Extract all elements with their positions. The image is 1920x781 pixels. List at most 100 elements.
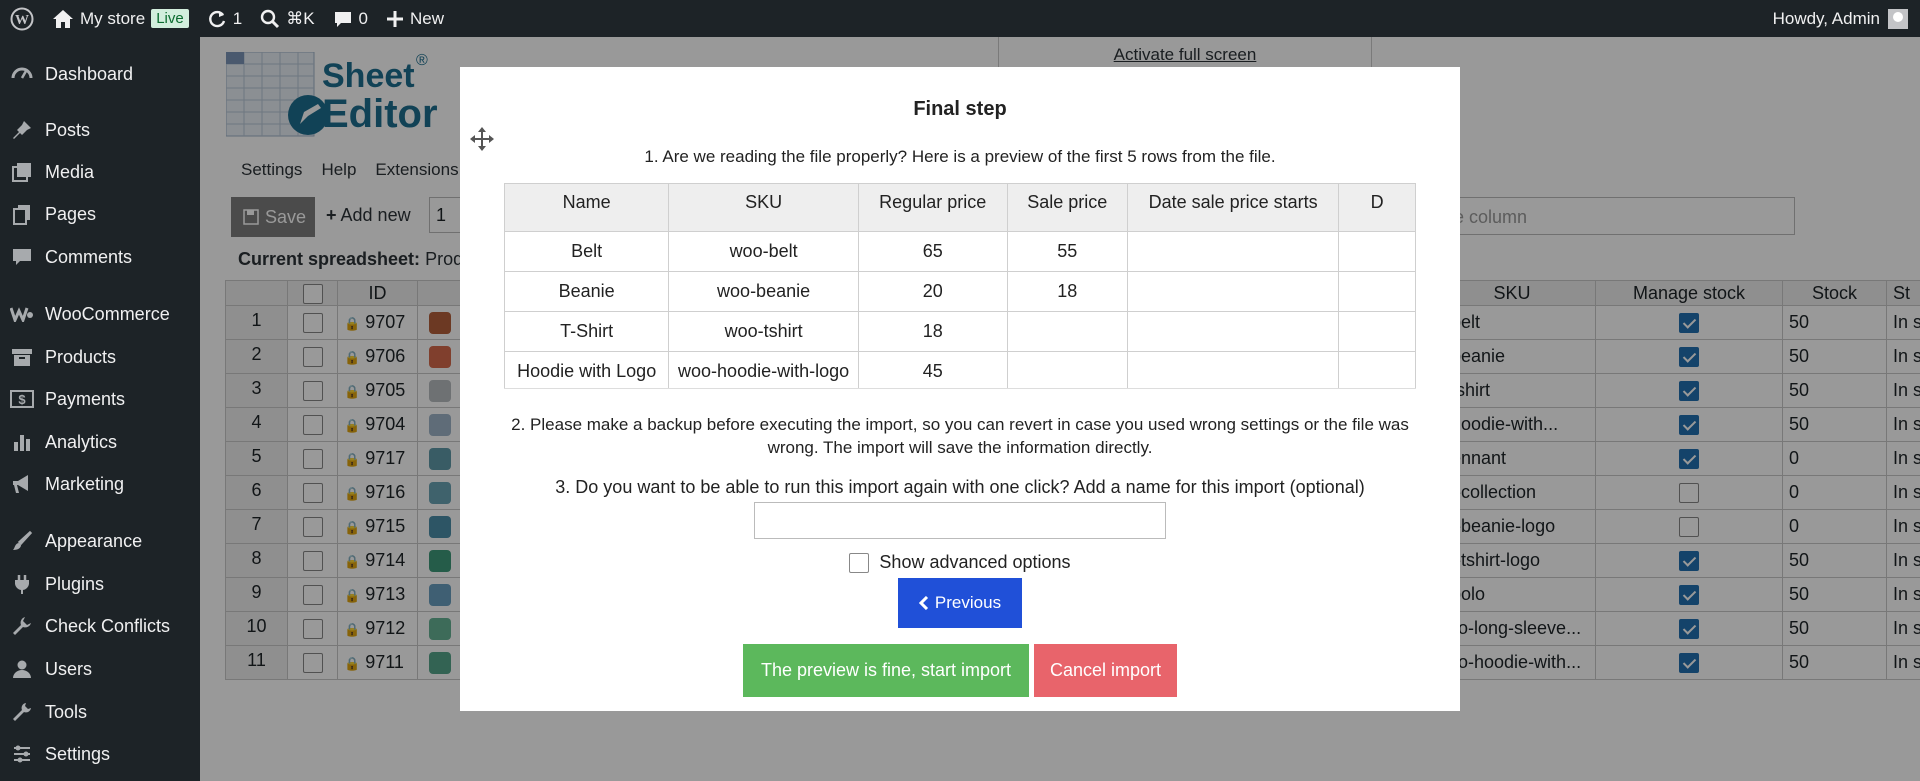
sidebar-item-label: Analytics	[45, 431, 118, 452]
plus-icon	[387, 10, 403, 27]
step-3-text: 3. Do you want to be able to run this im…	[555, 477, 1365, 497]
sidebar-item-users[interactable]: Users	[0, 649, 200, 689]
comment-icon	[334, 11, 351, 27]
sidebar-item-appearance[interactable]: Appearance	[0, 521, 200, 561]
refresh-icon	[208, 10, 225, 27]
sidebar-item-check-conflicts[interactable]: Check Conflicts	[0, 606, 200, 646]
plug-icon	[10, 573, 34, 595]
paintbrush-icon	[10, 530, 34, 552]
sidebar-item-posts[interactable]: Posts	[0, 110, 200, 150]
advanced-options-checkbox[interactable]	[849, 552, 870, 573]
sidebar-item-marketing[interactable]: Marketing	[0, 464, 200, 504]
preview-cell	[1338, 271, 1416, 312]
preview-cell	[1126, 351, 1340, 388]
search-shortcut: ⌘K	[286, 8, 315, 28]
sidebar-item-media[interactable]: Media	[0, 152, 200, 192]
preview-cell: T-Shirt	[504, 311, 670, 352]
modal-title: Final step	[913, 98, 1007, 120]
preview-cell: 20	[857, 271, 1008, 312]
step-2-text: 2. Please make a backup before executing…	[460, 413, 1460, 459]
preview-cell: 55	[1006, 231, 1128, 272]
preview-cell: Hoodie with Logo	[504, 351, 670, 388]
previous-label: Previous	[934, 593, 1002, 612]
sidebar-item-plugins[interactable]: Plugins	[0, 564, 200, 604]
sidebar-item-label: Marketing	[45, 473, 125, 494]
svg-text:$: $	[18, 392, 26, 407]
preview-header-row: Name SKU Regular price Sale price Date sale …	[504, 183, 1416, 232]
preview-cell	[1126, 271, 1340, 312]
sliders-icon	[10, 743, 34, 765]
preview-cell	[1126, 311, 1340, 352]
chevron-left-icon	[918, 596, 928, 610]
sidebar-item-comments[interactable]: Comments	[0, 237, 200, 277]
preview-col-header: D	[1338, 183, 1416, 232]
preview-cell	[1006, 311, 1128, 352]
sidebar-item-woocommerce[interactable]: WooCommerce	[0, 294, 200, 334]
sidebar-item-label: Tools	[45, 701, 88, 722]
dollar-icon: $	[10, 389, 34, 409]
import-name-input[interactable]	[754, 502, 1166, 539]
search-link[interactable]: ⌘K	[251, 0, 323, 37]
sidebar-item-label: Posts	[45, 119, 91, 140]
live-badge: Live	[151, 9, 189, 28]
sidebar-item-label: Payments	[45, 388, 126, 409]
search-icon	[260, 9, 280, 28]
preview-cell	[1338, 311, 1416, 352]
sidebar-item-settings[interactable]: Settings	[0, 734, 200, 774]
media-icon	[10, 161, 34, 183]
sidebar-item-products[interactable]: Products	[0, 337, 200, 377]
sidebar-item-label: Users	[45, 658, 93, 679]
file-preview-table-wrap[interactable]: Name SKU Regular price Sale price Date sale …	[504, 183, 1416, 389]
preview-row: Hoodie with Logo woo-hoodie-with-logo 45	[504, 351, 1416, 388]
cancel-import-button[interactable]: Cancel import	[1034, 644, 1177, 697]
avatar	[1888, 8, 1908, 29]
preview-cell: 18	[857, 311, 1008, 352]
sidebar-item-label: Settings	[45, 743, 111, 764]
previous-button[interactable]: Previous	[898, 578, 1022, 628]
import-final-step-modal: Final step 1. Are we reading the file pr…	[460, 67, 1460, 711]
sidebar-item-analytics[interactable]: Analytics	[0, 422, 200, 462]
comments-link[interactable]: 0	[324, 0, 377, 37]
wordpress-logo-icon[interactable]: W	[0, 0, 43, 37]
megaphone-icon	[10, 473, 34, 495]
site-name: My store	[80, 8, 146, 28]
new-content-link[interactable]: New	[377, 0, 453, 37]
preview-col-header: Regular price	[857, 183, 1008, 232]
sidebar-item-label: Comments	[45, 246, 133, 267]
user-icon	[10, 659, 34, 679]
advanced-options-label: Show advanced options	[879, 552, 1071, 572]
site-name-link[interactable]: My store Live	[43, 0, 198, 37]
pin-icon	[10, 119, 34, 141]
pages-icon	[10, 203, 34, 225]
sidebar-item-label: Products	[45, 346, 117, 367]
preview-cell	[1338, 231, 1416, 272]
start-import-button[interactable]: The preview is fine, start import	[743, 644, 1029, 697]
my-account[interactable]: Howdy, Admin	[1772, 8, 1920, 29]
preview-row: T-Shirt woo-tshirt 18	[504, 311, 1416, 352]
howdy-text: Howdy, Admin	[1772, 8, 1880, 28]
preview-row: Beanie woo-beanie 20 18	[504, 271, 1416, 312]
sidebar-item-pages[interactable]: Pages	[0, 194, 200, 234]
preview-cell: woo-hoodie-with-logo	[668, 351, 859, 388]
preview-cell: Belt	[504, 231, 670, 272]
step-1-text: 1. Are we reading the file properly? Her…	[644, 147, 1276, 166]
sidebar-item-dashboard[interactable]: Dashboard	[0, 54, 200, 94]
woocommerce-icon	[10, 306, 34, 322]
sidebar-item-payments[interactable]: $ Payments	[0, 379, 200, 419]
admin-sidebar: Dashboard Posts Media Pages Comments Woo…	[0, 37, 200, 781]
preview-row: Belt woo-belt 65 55	[504, 231, 1416, 272]
sidebar-item-label: Appearance	[45, 530, 143, 551]
preview-cell	[1338, 351, 1416, 388]
preview-cell: 65	[857, 231, 1008, 272]
preview-cell	[1006, 351, 1128, 388]
preview-col-header: SKU	[668, 183, 859, 232]
svg-text:W: W	[15, 13, 29, 28]
preview-cell: 18	[1006, 271, 1128, 312]
sidebar-item-label: Pages	[45, 203, 97, 224]
sidebar-item-tools[interactable]: Tools	[0, 692, 200, 732]
sidebar-item-label: Check Conflicts	[45, 615, 171, 636]
advanced-options-toggle[interactable]: Show advanced options	[460, 552, 1460, 573]
preview-cell	[1126, 231, 1340, 272]
updates-link[interactable]: 1	[198, 0, 251, 37]
preview-col-header: Date sale price starts	[1126, 183, 1340, 232]
